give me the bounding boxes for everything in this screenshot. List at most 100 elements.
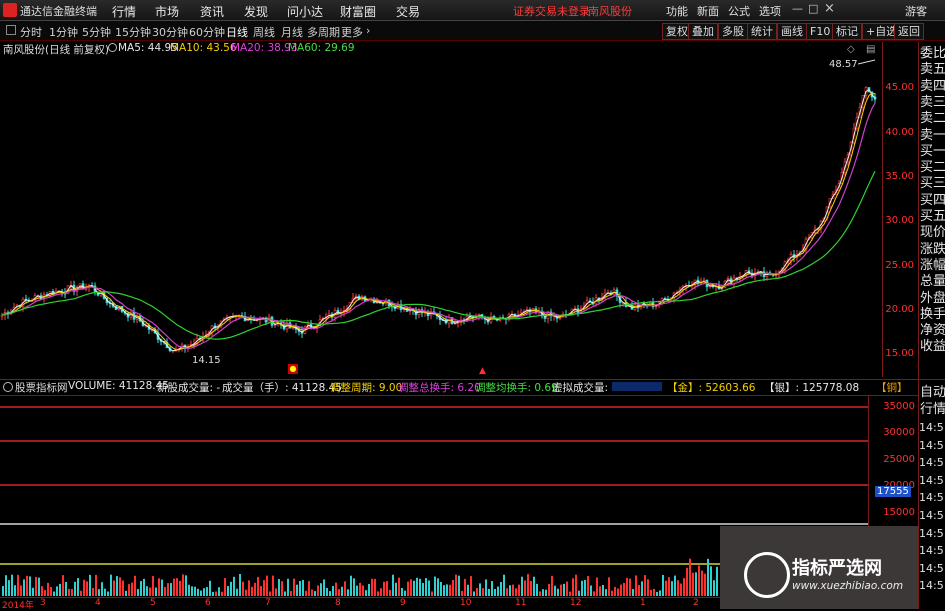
settings-icon[interactable] <box>108 43 117 52</box>
panel-toggle-icon[interactable]: ▤ <box>866 44 875 55</box>
volume-bar <box>50 586 52 596</box>
volume-bar <box>89 574 91 596</box>
x-label: 7 <box>265 598 271 608</box>
volume-bar <box>671 581 673 596</box>
menu-formula[interactable]: 公式 <box>728 3 750 19</box>
menu-news[interactable]: 资讯 <box>200 3 224 20</box>
menu-market[interactable]: 市场 <box>155 3 179 20</box>
volume-bar <box>557 588 559 596</box>
volume-bar <box>362 585 364 596</box>
menu-new-page[interactable]: 新面 <box>697 3 719 19</box>
volume-bar <box>260 586 262 596</box>
volume-bar <box>68 588 70 596</box>
menu-trade[interactable]: 交易 <box>396 3 420 20</box>
period-daily[interactable]: 日线 <box>226 24 248 40</box>
volume-bar <box>188 584 190 596</box>
volume-bar <box>137 589 139 596</box>
volume-bar <box>254 582 256 596</box>
volume-bar <box>533 576 535 596</box>
auto-label[interactable]: 自动 <box>920 385 945 401</box>
menu-wealth[interactable]: 财富圈 <box>340 3 376 20</box>
volume-bar <box>329 591 331 596</box>
high-price-label: 48.57 <box>829 59 858 70</box>
volume-bar <box>11 574 13 596</box>
menu-discover[interactable]: 发现 <box>244 3 268 20</box>
turnover-volume: 成交量（手）: 41128.45 <box>222 382 342 394</box>
close-icon[interactable]: × <box>824 1 835 16</box>
restore-icon[interactable]: □ <box>808 2 818 15</box>
menu-quotes[interactable]: 行情 <box>112 3 136 20</box>
login-warning[interactable]: 证券交易未登录 <box>513 3 590 19</box>
volume-bar <box>65 581 67 596</box>
volume-bar <box>38 577 40 596</box>
volume-bar <box>509 585 511 596</box>
menu-options[interactable]: 选项 <box>759 3 781 19</box>
volume-bar <box>710 566 712 596</box>
volume-bar <box>98 589 100 596</box>
quote-field-label: 收益 <box>920 339 945 355</box>
diamond-icon[interactable]: ◇ <box>847 44 855 55</box>
volume-bar <box>548 583 550 596</box>
volume-bar <box>494 588 496 596</box>
period-5min[interactable]: 5分钟 <box>82 24 111 40</box>
quote-panel: 委比 卖五 卖四 卖三 卖二 卖一 买一 买二 买三 买四 买五 现价 涨跌 涨幅 总量 外盘 换手 净资 收益 自… <box>918 42 945 609</box>
period-30min[interactable]: 30分钟 <box>152 24 188 40</box>
period-15min[interactable]: 15分钟 <box>115 24 151 40</box>
stats-button[interactable]: 统计 <box>747 23 777 40</box>
more-chevron-icon[interactable]: › <box>366 24 370 37</box>
f10-button[interactable]: F10 <box>806 23 835 40</box>
overlay-button[interactable]: 叠加 <box>688 23 718 40</box>
minimize-icon[interactable]: — <box>792 2 803 15</box>
period-1min[interactable]: 1分钟 <box>49 24 78 40</box>
volume-bar <box>608 577 610 596</box>
period-weekly[interactable]: 周线 <box>253 24 275 40</box>
volume-bar <box>74 581 76 596</box>
current-stock-name: 南风股份 <box>588 5 632 18</box>
period-intraday[interactable]: 分时 <box>20 24 42 40</box>
watermark-url: www.xuezhibiao.com <box>792 580 904 592</box>
volume-settings-icon[interactable] <box>3 382 13 392</box>
menu-function[interactable]: 功能 <box>666 3 688 19</box>
silver-value: 【银】: 125778.08 <box>764 382 860 394</box>
volume-bar <box>101 582 103 596</box>
vol-tick: 25000 <box>883 454 915 465</box>
time-tick: 14:5 <box>919 561 944 575</box>
ma10-value: MA10: 43.56 <box>170 42 237 54</box>
back-button[interactable]: 返回 <box>894 23 924 40</box>
volume-bar <box>605 589 607 596</box>
volume-bar <box>485 579 487 596</box>
app-logo-icon <box>3 3 17 17</box>
quote-field-label: 买三 <box>920 176 945 192</box>
volume-bar <box>110 574 112 596</box>
mark-button[interactable]: 标记 <box>832 23 862 40</box>
vol-tick: 15000 <box>883 507 915 518</box>
period-60min[interactable]: 60分钟 <box>189 24 225 40</box>
event-marker-icon[interactable]: ● <box>288 364 298 374</box>
volume-bar <box>503 574 505 596</box>
period-more[interactable]: 更多 <box>341 24 363 40</box>
multi-stock-button[interactable]: 多股 <box>718 23 748 40</box>
volume-bar <box>146 586 148 596</box>
guest-label[interactable]: 游客 <box>905 3 927 19</box>
time-tick: 14:5 <box>919 473 944 487</box>
volume-bar <box>653 588 655 596</box>
volume-bar <box>674 575 676 596</box>
event-marker-2-icon[interactable]: ▲ <box>479 366 486 376</box>
period-monthly[interactable]: 月线 <box>281 24 303 40</box>
period-multi[interactable]: 多周期 <box>307 24 340 40</box>
draw-button[interactable]: 画线 <box>777 23 807 40</box>
volume-bar <box>134 575 136 596</box>
volume-bar <box>386 581 388 596</box>
toggle-icon[interactable] <box>6 25 16 35</box>
watermark-box: 指标严选网 www.xuezhibiao.com <box>720 526 918 609</box>
volume-bar <box>614 586 616 596</box>
menu-ask[interactable]: 问小达 <box>287 3 323 20</box>
candlestick-chart[interactable] <box>0 56 882 377</box>
volume-bar <box>218 587 220 596</box>
volume-bar <box>524 580 526 596</box>
indicator-name[interactable]: 股票指标网 <box>15 380 68 395</box>
volume-bar <box>275 588 277 596</box>
quotes-label[interactable]: 行情 <box>920 402 945 418</box>
volume-bar <box>515 588 517 596</box>
volume-bar <box>554 585 556 596</box>
